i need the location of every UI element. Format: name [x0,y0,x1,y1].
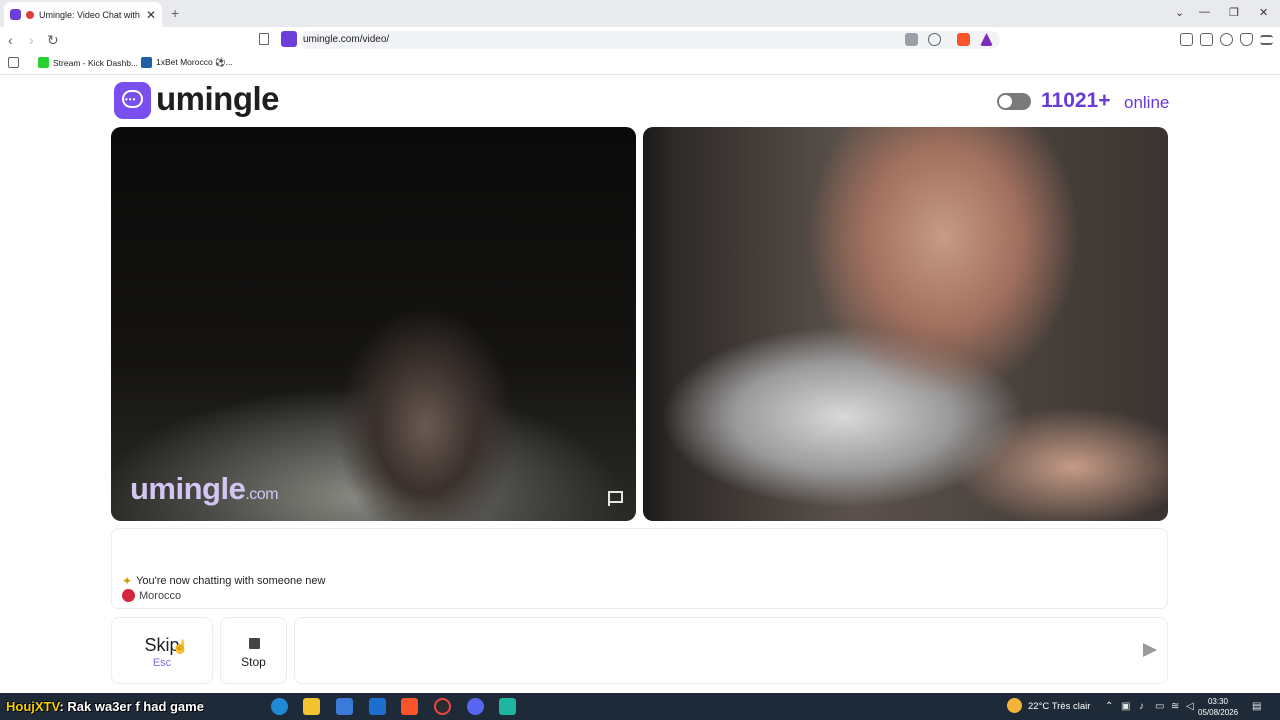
bookmark-label: 1xBet Morocco ⚽... [156,57,233,67]
restore-button[interactable]: ❐ [1229,6,1239,19]
leo-ai-icon[interactable] [1220,33,1233,46]
bookmark-icon[interactable] [259,33,269,45]
stream-chat-overlay: HoujXTV: Rak wa3er f had game [6,699,204,714]
weather-text[interactable]: 22°C Très clair [1028,701,1090,712]
stop-button[interactable]: Stop [220,617,287,684]
bookmark-label: Stream - Kick Dashb... [53,57,139,68]
weather-icon[interactable] [1007,698,1022,713]
morocco-flag-icon [122,589,135,602]
clock-date: 05/08/2026 [1198,708,1239,717]
message-input[interactable] [294,617,1168,684]
reload-icon[interactable]: ↻ [47,32,59,49]
file-explorer-icon[interactable] [303,698,320,715]
skip-label: Skip [144,635,180,655]
recording-icon [26,10,34,19]
skip-button[interactable]: Skip Esc [111,617,213,684]
brave-icon[interactable] [401,698,418,715]
microphone-icon[interactable]: ♪ [1139,701,1144,712]
vpn-icon[interactable] [1240,33,1253,46]
umingle-favicon-icon [10,9,21,20]
back-icon[interactable]: ‹ [8,32,13,48]
tray-overflow-icon[interactable]: ⌃ [1105,701,1113,712]
send-icon[interactable] [1143,643,1157,657]
skip-shortcut: Esc [152,657,172,669]
bookmark-kick[interactable]: Stream - Kick Dashb... [38,57,138,68]
stranger-video: umingle.com [111,127,636,521]
clock[interactable]: 03:30 05/08/2026 [1198,696,1238,718]
mouse-pointer-icon: ☝ [172,639,189,654]
edge-icon[interactable] [271,698,288,715]
forward-icon[interactable]: › [29,32,34,48]
bookmarks-bar: Stream - Kick Dashb... 1xBet Morocco ⚽..… [0,53,1280,75]
tab-umingle[interactable]: Umingle: Video Chat with Strangers ✕ [4,2,162,27]
sidebar-icon[interactable] [1180,33,1193,46]
kick-icon [38,57,49,68]
watermark: umingle.com [130,471,279,506]
stop-icon [249,638,260,649]
battery-icon[interactable]: ▭ [1155,701,1164,712]
menu-icon[interactable] [1260,35,1273,45]
mail-icon[interactable] [369,698,386,715]
minimize-button[interactable]: — [1199,6,1210,18]
tab-search-icon[interactable]: ⌄ [1175,6,1184,19]
app-icon[interactable] [499,698,516,715]
zoom-icon[interactable] [928,33,941,46]
translate-icon[interactable] [905,33,918,46]
report-flag-icon[interactable] [608,491,623,506]
theme-toggle[interactable] [997,93,1031,110]
1xbet-icon [141,57,152,68]
wallet-icon[interactable] [1200,33,1213,46]
apps-grid-icon[interactable] [8,57,19,68]
stop-label: Stop [241,655,266,669]
status-message: ✦ You're now chatting with someone new [122,574,326,588]
country-info: Morocco [122,589,181,602]
chat-log: ✦ You're now chatting with someone new M… [111,528,1168,609]
self-video [643,127,1168,521]
close-tab-icon[interactable]: ✕ [146,8,156,22]
notifications-icon[interactable]: ▤ [1252,701,1261,712]
online-label: online [1124,93,1170,112]
close-window-button[interactable]: ✕ [1259,6,1268,19]
site-info-icon[interactable] [281,31,297,47]
url-input[interactable]: umingle.com/video/ [300,31,1000,49]
online-count: 11021+ [1041,89,1111,112]
tab-strip: Umingle: Video Chat with Strangers ✕ + ⌄… [0,0,1280,27]
tab-title: Umingle: Video Chat with Strangers [39,9,141,20]
obs-icon[interactable] [434,698,451,715]
volume-icon[interactable]: ◁ [1186,701,1194,712]
sparkle-icon: ✦ [122,574,133,588]
brave-shield-icon[interactable] [957,33,970,46]
wifi-icon[interactable]: ≋ [1171,701,1179,712]
new-tab-button[interactable]: + [171,5,179,21]
store-icon[interactable] [336,698,353,715]
bookmark-1xbet[interactable]: 1xBet Morocco ⚽... [141,57,233,68]
discord-icon[interactable] [467,698,484,715]
network-icon[interactable]: ▣ [1121,701,1130,712]
logo-text[interactable]: umingle [156,80,280,118]
clock-time: 03:30 [1207,697,1229,706]
umingle-logo-icon[interactable]: ••• [114,82,151,119]
